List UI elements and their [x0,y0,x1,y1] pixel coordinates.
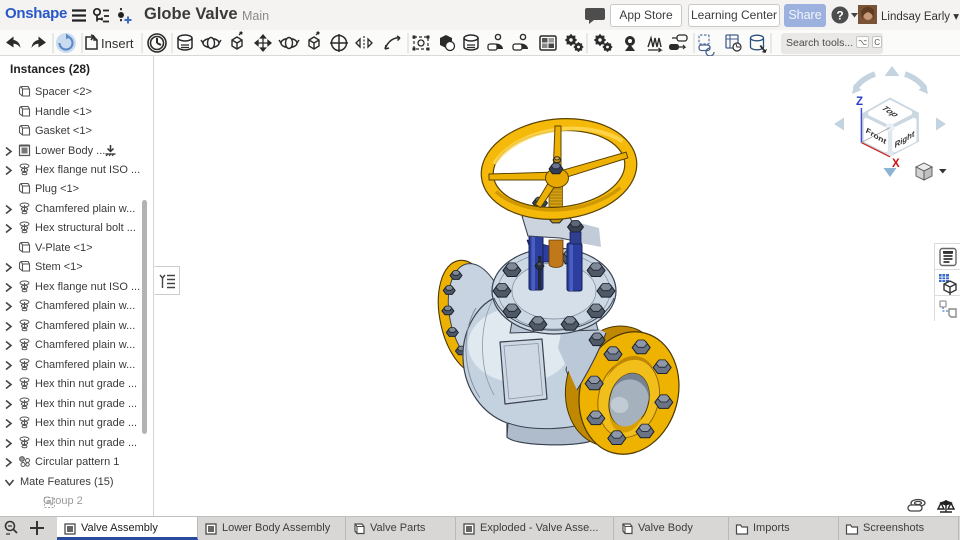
svg-text:Z: Z [856,96,863,108]
svg-text:X: X [892,158,900,170]
svg-text:?: ? [836,9,843,23]
